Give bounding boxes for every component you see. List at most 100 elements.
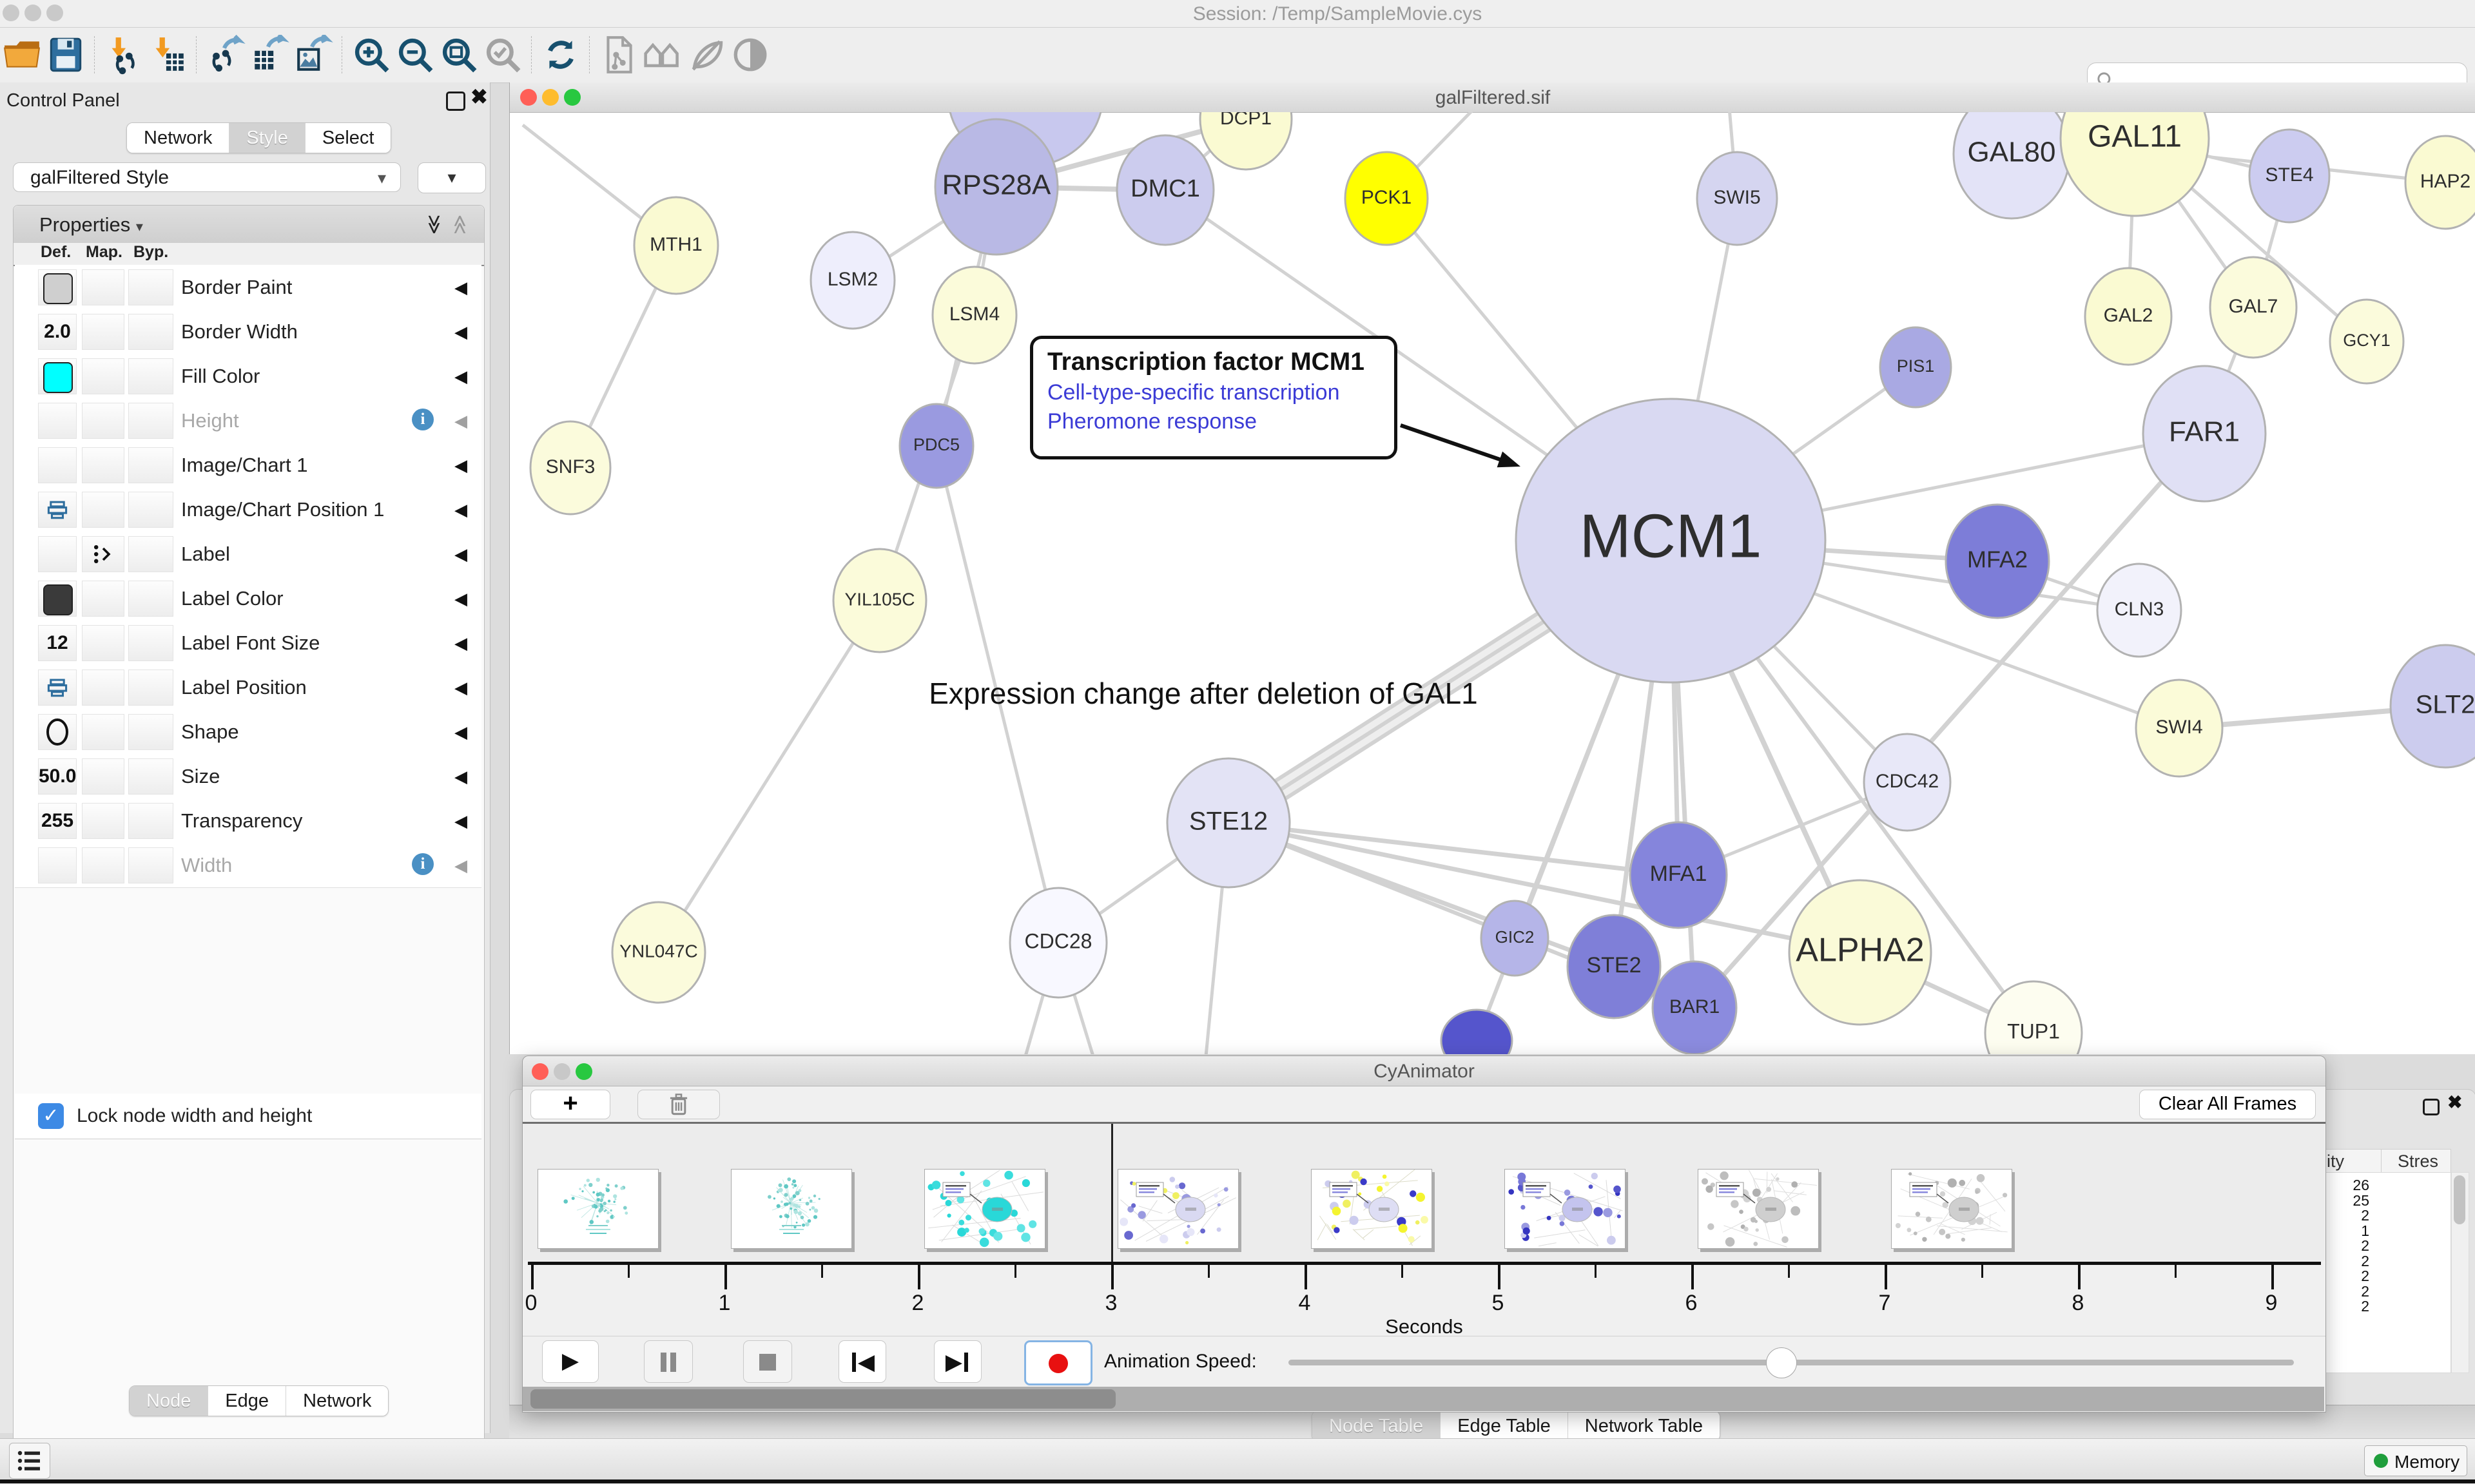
mapping-cell[interactable]: [82, 625, 124, 661]
bypass-cell[interactable]: [128, 847, 173, 883]
expand-row-icon[interactable]: ◀: [454, 633, 467, 653]
mapping-cell[interactable]: [82, 803, 124, 839]
tab-edge-table[interactable]: Edge Table: [1440, 1411, 1568, 1441]
default-value[interactable]: 50.0: [39, 766, 76, 787]
network-node-gal2[interactable]: GAL2: [2085, 268, 2171, 365]
mapping-cell[interactable]: [82, 847, 124, 883]
timeline-frame-6[interactable]: [1504, 1169, 1626, 1249]
network-node-gal7[interactable]: GAL7: [2210, 257, 2296, 358]
export-image-icon[interactable]: [293, 34, 334, 75]
network-node-node-b[interactable]: [1441, 1010, 1512, 1054]
network-node-cdc28[interactable]: CDC28: [1010, 888, 1107, 997]
cyanimator-titlebar[interactable]: CyAnimator: [523, 1056, 2325, 1086]
network-node-alpha2[interactable]: ALPHA2: [1789, 880, 1931, 1025]
position-icon[interactable]: [46, 499, 68, 521]
tab-network[interactable]: Network: [127, 123, 229, 153]
default-cell[interactable]: [38, 581, 77, 617]
default-value[interactable]: 12: [39, 632, 76, 654]
timeline-frames-area[interactable]: [523, 1124, 2325, 1260]
property-row-label-position[interactable]: Label Position ◀: [15, 665, 481, 710]
tab-network-table[interactable]: Network Table: [1568, 1411, 1720, 1441]
network-node-ste4[interactable]: STE4: [2249, 130, 2329, 222]
network-node-snf3[interactable]: SNF3: [530, 421, 610, 514]
color-swatch[interactable]: [43, 362, 73, 393]
zoom-fit-icon[interactable]: [438, 34, 480, 75]
property-row-transparency[interactable]: 255 Transparency ◀: [15, 798, 481, 843]
default-cell[interactable]: [38, 358, 77, 394]
expand-row-icon[interactable]: ◀: [454, 722, 467, 742]
export-table-icon[interactable]: [249, 34, 290, 75]
bypass-cell[interactable]: [128, 536, 173, 572]
pause-button[interactable]: [644, 1340, 693, 1383]
default-cell[interactable]: [38, 269, 77, 305]
property-row-border-paint[interactable]: Border Paint ◀: [15, 265, 481, 310]
expand-row-icon[interactable]: ◀: [454, 411, 467, 431]
property-row-fill-color[interactable]: Fill Color ◀: [15, 354, 481, 399]
bypass-cell[interactable]: [128, 492, 173, 528]
expand-row-icon[interactable]: ◀: [454, 278, 467, 298]
close-panel-icon[interactable]: ✖: [471, 89, 488, 104]
timeline-frame-2[interactable]: [731, 1169, 852, 1249]
style-options-button[interactable]: ▾: [418, 162, 486, 193]
info-icon[interactable]: i: [412, 409, 434, 430]
import-table-icon[interactable]: [147, 34, 188, 75]
property-row-border-width[interactable]: 2.0 Border Width ◀: [15, 309, 481, 354]
table-scrollbar[interactable]: [2451, 1172, 2469, 1373]
bypass-cell[interactable]: [128, 581, 173, 617]
timeline-frame-4[interactable]: [1118, 1169, 1239, 1249]
network-node-mfa1[interactable]: MFA1: [1630, 822, 1727, 928]
skip-end-button[interactable]: ▶: [934, 1340, 982, 1383]
bypass-cell[interactable]: [128, 758, 173, 795]
slider-thumb[interactable]: [1766, 1347, 1797, 1378]
property-row-label-font-size[interactable]: 12 Label Font Size ◀: [15, 621, 481, 666]
timeline-frame-5[interactable]: [1311, 1169, 1432, 1249]
clear-all-frames-button[interactable]: Clear All Frames: [2139, 1090, 2316, 1119]
bypass-cell[interactable]: [128, 625, 173, 661]
ellipse-shape-icon[interactable]: [44, 717, 70, 747]
default-cell[interactable]: [38, 403, 77, 439]
expand-row-icon[interactable]: ◀: [454, 767, 467, 787]
network-node-gal11[interactable]: GAL11: [2061, 112, 2209, 216]
stop-button[interactable]: [743, 1340, 792, 1383]
mapping-cell[interactable]: [82, 358, 124, 394]
import-network-icon[interactable]: [103, 34, 144, 75]
annotation-box[interactable]: Transcription factor MCM1 Cell-type-spec…: [1030, 336, 1397, 459]
lock-size-checkbox[interactable]: ✓: [38, 1103, 64, 1129]
timeline-playhead[interactable]: [1111, 1124, 1113, 1263]
annotation-link[interactable]: Cell-type-specific transcription: [1047, 380, 1394, 405]
skip-start-button[interactable]: ◀: [839, 1340, 886, 1383]
network-node-cln3[interactable]: CLN3: [2097, 564, 2181, 657]
network-node-dcp1[interactable]: DCP1: [1200, 112, 1292, 169]
property-row-height[interactable]: Height i ◀: [15, 398, 481, 443]
memory-button[interactable]: Memory: [2364, 1445, 2467, 1476]
save-session-icon[interactable]: [45, 34, 86, 75]
annotation-link[interactable]: Pheromone response: [1047, 409, 1394, 434]
property-row-image-chart-1[interactable]: Image/Chart 1 ◀: [15, 443, 481, 488]
expand-row-icon[interactable]: ◀: [454, 544, 467, 564]
expand-row-icon[interactable]: ◀: [454, 811, 467, 831]
float-panel-icon[interactable]: [2423, 1099, 2440, 1115]
expand-row-icon[interactable]: ◀: [454, 456, 467, 476]
mapping-cell[interactable]: [82, 714, 124, 750]
bypass-cell[interactable]: [128, 403, 173, 439]
tab-node-table[interactable]: Node Table: [1312, 1411, 1440, 1441]
expand-row-icon[interactable]: ◀: [454, 856, 467, 876]
default-cell[interactable]: [38, 714, 77, 750]
timeline-frame-1[interactable]: [538, 1169, 659, 1249]
network-node-ynl047c[interactable]: YNL047C: [612, 902, 705, 1003]
zoom-out-icon[interactable]: [394, 34, 436, 75]
network-node-pck1[interactable]: PCK1: [1345, 152, 1428, 245]
network-node-bar1[interactable]: BAR1: [1653, 961, 1736, 1054]
property-row-label[interactable]: Label ◀: [15, 532, 481, 577]
network-window-titlebar[interactable]: galFiltered.sif: [510, 82, 2475, 113]
network-node-slt2[interactable]: SLT2: [2391, 645, 2475, 767]
default-cell[interactable]: [38, 847, 77, 883]
close-panel-icon[interactable]: ✖: [2447, 1095, 2462, 1110]
network-node-hap2[interactable]: HAP2: [2405, 136, 2475, 229]
network-node-ste2[interactable]: STE2: [1568, 915, 1660, 1018]
network-node-rps28a[interactable]: RPS28A: [935, 119, 1058, 255]
network-node-lsm2[interactable]: LSM2: [811, 232, 895, 329]
network-node-swi4[interactable]: SWI4: [2136, 680, 2222, 776]
color-swatch[interactable]: [43, 584, 73, 615]
bypass-cell[interactable]: [128, 447, 173, 483]
